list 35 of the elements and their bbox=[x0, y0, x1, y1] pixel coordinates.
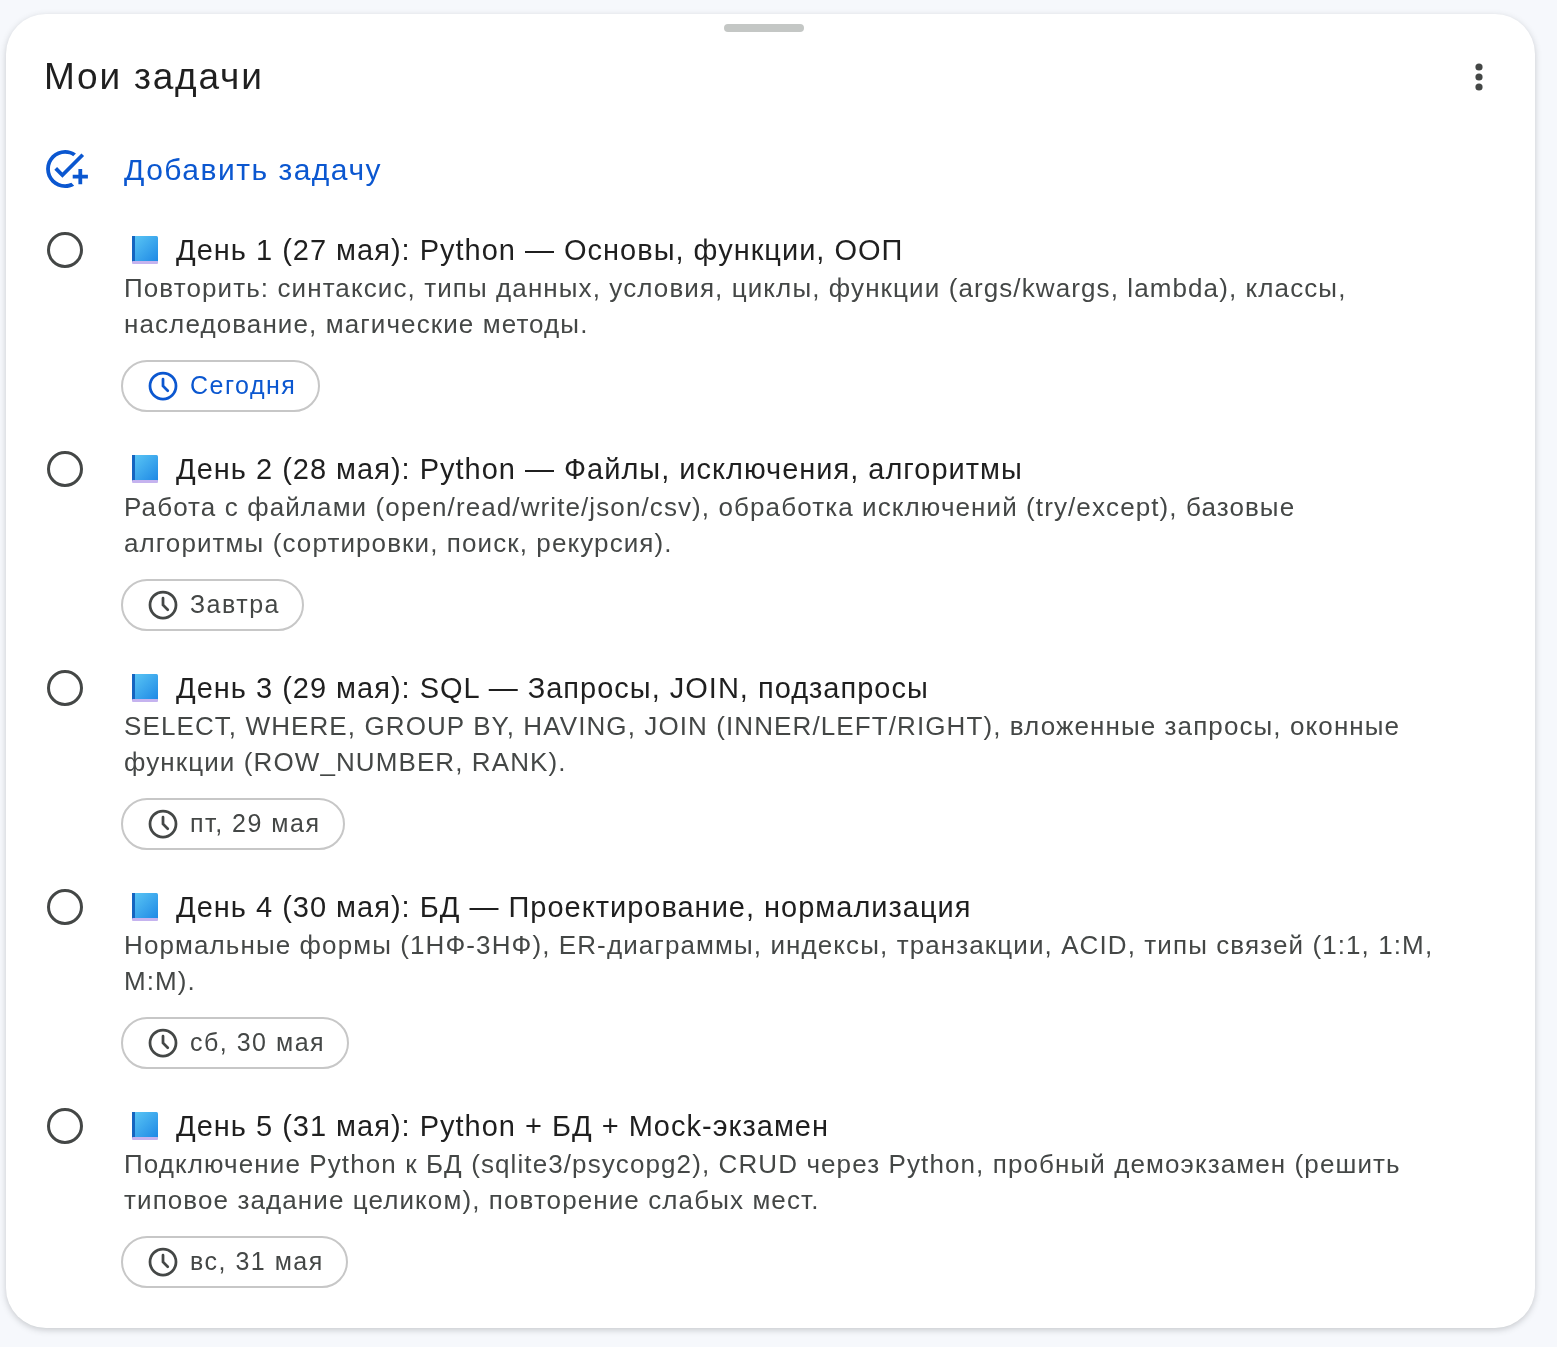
complete-task-checkbox[interactable] bbox=[47, 670, 83, 706]
clock-icon bbox=[148, 1028, 178, 1058]
task-description: Работа с файлами (open/read/write/json/csv), обработка исключений (try/except), базовые алгоритмы (сортировки, поиск, рекурсия). bbox=[124, 491, 1297, 560]
due-date-chip[interactable]: вс, 31 мая bbox=[121, 1236, 348, 1288]
clock-icon bbox=[148, 1247, 178, 1277]
task-title: День 4 (30 мая): БД — Проектирование, нормализация bbox=[176, 890, 972, 925]
task-title: День 2 (28 мая): Python — Файлы, исключения, алгоритмы bbox=[176, 452, 1023, 487]
task-description: Нормальные формы (1НФ-3НФ), ER-диаграммы, индексы, транзакции, ACID, типы связей (1:1, 1:M, M:M). bbox=[124, 929, 1435, 998]
clock-icon bbox=[148, 371, 178, 401]
due-date-chip[interactable]: пт, 29 мая bbox=[121, 798, 345, 850]
task-title: День 5 (31 мая): Python + БД + Mock-экзамен bbox=[176, 1109, 829, 1144]
clock-icon bbox=[148, 590, 178, 620]
task-description: SELECT, WHERE, GROUP BY, HAVING, JOIN (INNER/LEFT/RIGHT), вложенные запросы, оконные функции (ROW_NUMBER, RANK). bbox=[124, 710, 1402, 779]
book-icon bbox=[130, 235, 160, 265]
complete-task-checkbox[interactable] bbox=[47, 451, 83, 487]
due-date-chip[interactable]: сб, 30 мая bbox=[121, 1017, 350, 1069]
book-icon bbox=[130, 673, 160, 703]
complete-task-checkbox[interactable] bbox=[47, 889, 83, 925]
task-description: Подключение Python к БД (sqlite3/psycopg2), CRUD через Python, пробный демоэкзамен (решить типовое задание целиком), повторение слабых мест. bbox=[124, 1148, 1402, 1217]
complete-task-checkbox[interactable] bbox=[47, 232, 83, 268]
list-title: Мои задачи bbox=[44, 55, 264, 99]
complete-task-checkbox[interactable] bbox=[47, 1108, 83, 1144]
drag-handle[interactable] bbox=[723, 24, 804, 32]
book-icon bbox=[130, 892, 160, 922]
more-options-icon[interactable] bbox=[1475, 63, 1483, 91]
book-icon bbox=[130, 1111, 160, 1141]
due-date-chip[interactable]: Сегодня bbox=[121, 360, 321, 412]
task-description: Повторить: синтаксис, типы данных, условия, циклы, функции (args/kwargs, lambda), классы, наследование, магические методы. bbox=[124, 272, 1348, 341]
add-task-button[interactable]: Добавить задачу bbox=[44, 147, 383, 191]
clock-icon bbox=[148, 809, 178, 839]
due-date-chip[interactable]: Завтра bbox=[121, 579, 304, 631]
book-icon bbox=[130, 454, 160, 484]
task-title: День 1 (27 мая): Python — Основы, функции, ООП bbox=[176, 233, 904, 268]
add-task-icon bbox=[46, 150, 88, 188]
task-title: День 3 (29 мая): SQL — Запросы, JOIN, подзапросы bbox=[176, 671, 929, 706]
